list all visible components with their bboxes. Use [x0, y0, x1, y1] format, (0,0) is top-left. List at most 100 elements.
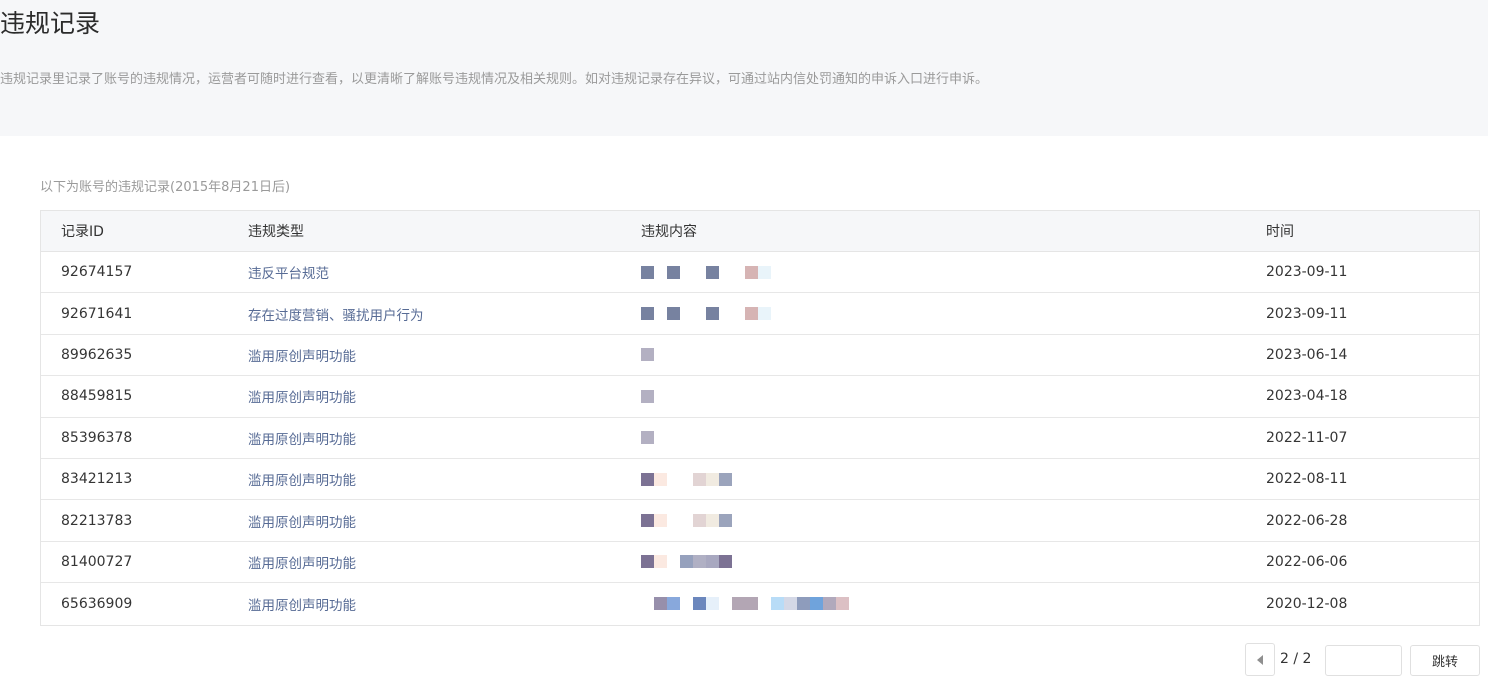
- table-row: 88459815 滥用原创声明功能 2023-04-18: [41, 376, 1479, 418]
- record-time: 2023-09-11: [1266, 264, 1348, 281]
- mosaic-block: [641, 389, 654, 403]
- mosaic-block: [719, 597, 732, 611]
- mosaic-block: [641, 307, 654, 321]
- record-time: 2022-11-07: [1266, 429, 1348, 446]
- page-title: 违规记录: [0, 9, 101, 38]
- records-caption: 以下为账号的违规记录(2015年8月21日后): [40, 180, 291, 195]
- mosaic-block: [667, 472, 680, 486]
- redacted-content-mosaic: [641, 472, 732, 486]
- mosaic-block: [719, 514, 732, 528]
- violation-type-link[interactable]: 存在过度营销、骚扰用户行为: [248, 293, 424, 333]
- mosaic-block: [719, 472, 732, 486]
- violation-type-link[interactable]: 滥用原创声明功能: [248, 542, 356, 582]
- jump-button[interactable]: 跳转: [1410, 645, 1480, 676]
- table-row: 92671641 存在过度营销、骚扰用户行为 2023-09-11: [41, 293, 1479, 335]
- violation-type-link[interactable]: 滥用原创声明功能: [248, 583, 356, 624]
- mosaic-block: [667, 555, 680, 569]
- mosaic-block: [719, 555, 732, 569]
- record-id: 65636909: [61, 595, 133, 612]
- column-header-type: 违规类型: [248, 224, 304, 240]
- record-time: 2020-12-08: [1266, 595, 1348, 612]
- mosaic-block: [641, 514, 654, 528]
- mosaic-block: [745, 307, 758, 321]
- mosaic-block: [732, 597, 745, 611]
- violation-content: [641, 583, 849, 624]
- mosaic-block: [784, 597, 797, 611]
- mosaic-block: [641, 597, 654, 611]
- page-jump-input[interactable]: [1325, 645, 1402, 676]
- violation-content: [641, 459, 732, 499]
- record-time: 2023-06-14: [1266, 346, 1348, 363]
- mosaic-block: [797, 597, 810, 611]
- redacted-content-mosaic: [641, 265, 771, 279]
- violation-type-link[interactable]: 滥用原创声明功能: [248, 376, 356, 416]
- table-row: 65636909 滥用原创声明功能 2020-12-08: [41, 583, 1479, 624]
- record-id: 83421213: [61, 471, 133, 488]
- prev-page-button[interactable]: [1245, 643, 1275, 676]
- mosaic-block: [680, 514, 693, 528]
- mosaic-block: [706, 307, 719, 321]
- mosaic-block: [654, 597, 667, 611]
- violation-type-link[interactable]: 滥用原创声明功能: [248, 500, 356, 540]
- mosaic-block: [732, 307, 745, 321]
- mosaic-block: [667, 514, 680, 528]
- record-time: 2022-08-11: [1266, 471, 1348, 488]
- violation-type-link[interactable]: 滥用原创声明功能: [248, 459, 356, 499]
- table-row: 83421213 滥用原创声明功能 2022-08-11: [41, 459, 1479, 501]
- violation-type-link[interactable]: 滥用原创声明功能: [248, 418, 356, 458]
- mosaic-block: [654, 307, 667, 321]
- mosaic-block: [758, 307, 771, 321]
- mosaic-block: [732, 265, 745, 279]
- record-id: 92674157: [61, 264, 133, 281]
- table-body: 92674157 违反平台规范 2023-09-11 92671641 存在过度营销、骚…: [41, 252, 1479, 625]
- mosaic-block: [758, 597, 771, 611]
- column-header-id: 记录ID: [61, 224, 104, 240]
- mosaic-block: [706, 472, 719, 486]
- mosaic-block: [693, 597, 706, 611]
- mosaic-block: [680, 265, 693, 279]
- mosaic-block: [706, 265, 719, 279]
- table-row: 92674157 违反平台规范 2023-09-11: [41, 252, 1479, 294]
- mosaic-block: [693, 265, 706, 279]
- table-row: 85396378 滥用原创声明功能 2022-11-07: [41, 418, 1479, 459]
- mosaic-block: [706, 597, 719, 611]
- violation-content: [641, 335, 654, 375]
- mosaic-block: [654, 472, 667, 486]
- mosaic-block: [667, 597, 680, 611]
- violation-type-link[interactable]: 违反平台规范: [248, 252, 329, 292]
- violation-type-link[interactable]: 滥用原创声明功能: [248, 335, 356, 375]
- redacted-content-mosaic: [641, 597, 849, 611]
- mosaic-block: [641, 555, 654, 569]
- record-time: 2022-06-28: [1266, 512, 1348, 529]
- mosaic-block: [693, 514, 706, 528]
- violation-content: [641, 376, 654, 416]
- records-table: 记录ID 违规类型 违规内容 时间 92674157 违反平台规范 2023-09-…: [40, 210, 1480, 626]
- mosaic-block: [641, 265, 654, 279]
- mosaic-block: [693, 472, 706, 486]
- mosaic-block: [693, 307, 706, 321]
- mosaic-block: [680, 597, 693, 611]
- redacted-content-mosaic: [641, 431, 654, 445]
- page-indicator: 2 / 2: [1280, 651, 1312, 667]
- table-row: 82213783 滥用原创声明功能 2022-06-28: [41, 500, 1479, 542]
- mosaic-block: [693, 555, 706, 569]
- column-header-content: 违规内容: [641, 224, 697, 240]
- redacted-content-mosaic: [641, 348, 654, 362]
- mosaic-block: [771, 597, 784, 611]
- mosaic-block: [667, 307, 680, 321]
- mosaic-block: [667, 265, 680, 279]
- redacted-content-mosaic: [641, 514, 732, 528]
- mosaic-block: [654, 514, 667, 528]
- mosaic-block: [706, 555, 719, 569]
- mosaic-block: [641, 431, 654, 445]
- record-id: 89962635: [61, 346, 133, 363]
- record-time: 2022-06-06: [1266, 553, 1348, 570]
- redacted-content-mosaic: [641, 389, 654, 403]
- mosaic-block: [719, 307, 732, 321]
- redacted-content-mosaic: [641, 555, 732, 569]
- mosaic-block: [680, 307, 693, 321]
- mosaic-block: [680, 472, 693, 486]
- redacted-content-mosaic: [641, 307, 771, 321]
- table-row: 89962635 滥用原创声明功能 2023-06-14: [41, 335, 1479, 377]
- mosaic-block: [641, 348, 654, 362]
